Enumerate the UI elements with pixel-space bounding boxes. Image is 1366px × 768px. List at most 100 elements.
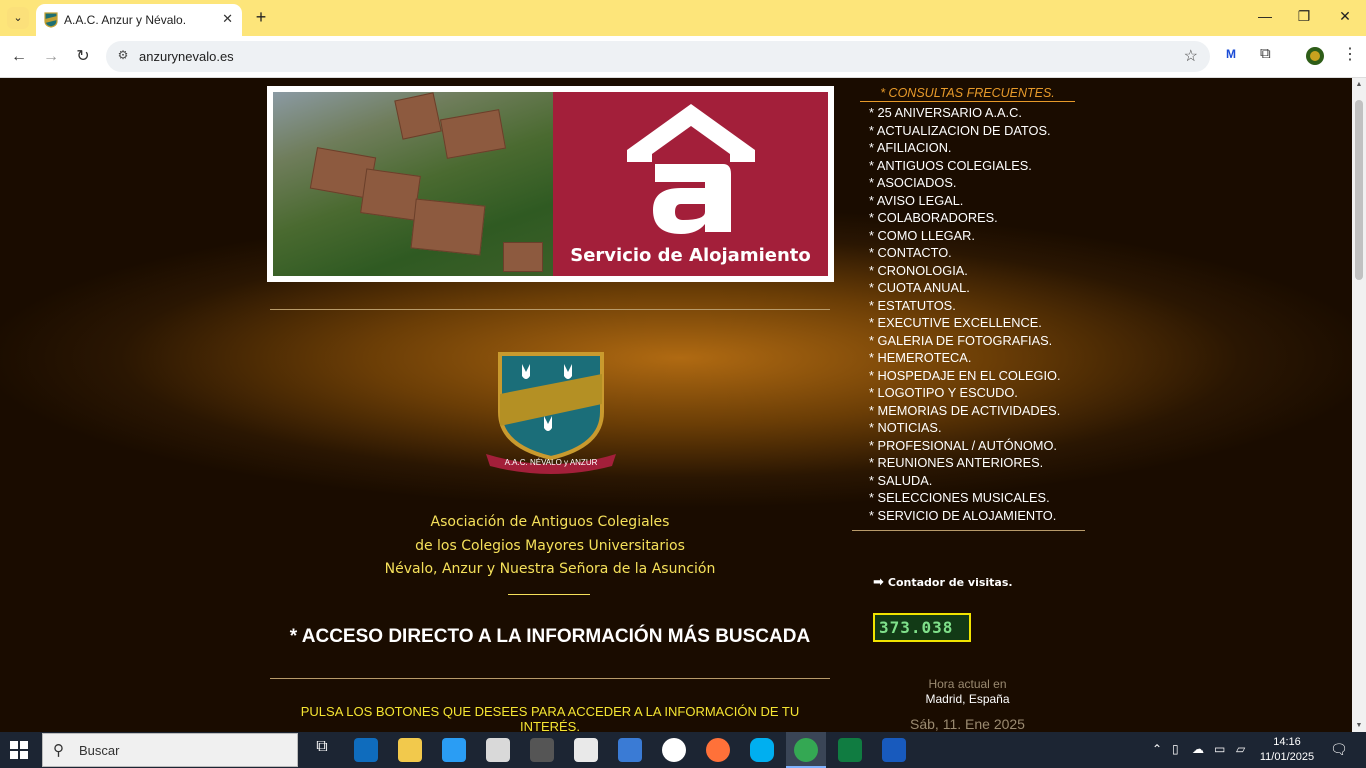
divider: [270, 309, 830, 310]
taskbar-search[interactable]: ⚲ Buscar: [42, 733, 298, 767]
profile-icon[interactable]: [1305, 46, 1325, 66]
faq-link[interactable]: * SELECCIONES MUSICALES.: [869, 489, 1061, 507]
banner-label: Servicio de Alojamiento: [570, 245, 811, 266]
store-icon[interactable]: [442, 738, 466, 762]
association-name-line1: Asociación de Antiguos Colegiales: [430, 514, 670, 530]
arrow-right-icon: ➡: [873, 575, 884, 590]
tab-title: A.A.C. Anzur y Névalo.: [64, 13, 187, 27]
reload-icon[interactable]: ↻: [72, 46, 94, 68]
forward-icon[interactable]: →: [40, 46, 62, 68]
crest-favicon-icon: [44, 12, 58, 28]
site-info-icon[interactable]: ⚙: [114, 48, 132, 66]
residence-aerial-photo: [273, 92, 553, 276]
house-a-logo-icon: [627, 104, 755, 234]
cloud-icon[interactable]: ☁: [1192, 742, 1204, 756]
paint-app-icon[interactable]: [574, 738, 598, 762]
faq-link[interactable]: * CONTACTO.: [869, 244, 1061, 262]
firefox-icon[interactable]: [706, 738, 730, 762]
faq-link[interactable]: * 25 ANIVERSARIO A.A.C.: [869, 104, 1061, 122]
taskbar-time: 14:16: [1273, 736, 1301, 748]
close-icon[interactable]: ✕: [222, 11, 233, 27]
drive-app-icon[interactable]: [530, 738, 554, 762]
faq-link[interactable]: * SALUDA.: [869, 472, 1061, 490]
page-viewport: Servicio de Alojamiento A.A.C. NÉVALO y …: [0, 78, 1352, 732]
scroll-up-icon[interactable]: ▲: [1354, 81, 1364, 88]
divider: [852, 530, 1085, 531]
volume-icon[interactable]: ▱: [1236, 742, 1245, 756]
accommodation-logo-block: Servicio de Alojamiento: [553, 92, 828, 276]
scrollbar-thumb[interactable]: [1355, 100, 1363, 280]
faq-link[interactable]: * CRONOLOGIA.: [869, 262, 1061, 280]
direct-access-title: * ACCESO DIRECTO A LA INFORMACIÓN MÁS BU…: [289, 626, 811, 647]
faq-link[interactable]: * LOGOTIPO Y ESCUDO.: [869, 384, 1061, 402]
windows-taskbar: ⚲ Buscar ⧉ ⌃ ▯ ☁ ▭ ▱ 14:16 11/01/2025 🗨: [0, 732, 1366, 768]
word-icon[interactable]: [882, 738, 906, 762]
search-placeholder: Buscar: [79, 743, 120, 758]
faq-link[interactable]: * COMO LLEGAR.: [869, 227, 1061, 245]
windows-start-icon[interactable]: [10, 741, 28, 759]
minimize-icon[interactable]: —: [1253, 8, 1277, 24]
reader-app-icon[interactable]: [486, 738, 510, 762]
skype-icon[interactable]: [750, 738, 774, 762]
faq-link[interactable]: * HOSPEDAJE EN EL COLEGIO.: [869, 367, 1061, 385]
close-window-icon[interactable]: ✕: [1333, 8, 1357, 25]
faq-link[interactable]: * ESTATUTOS.: [869, 297, 1061, 315]
chevron-down-icon[interactable]: ⌄: [7, 7, 29, 29]
faq-link[interactable]: * EXECUTIVE EXCELLENCE.: [869, 314, 1061, 332]
clock-date: Sáb, 11. Ene 2025: [910, 716, 1025, 732]
visit-counter-label: ➡ Contador de visitas.: [873, 575, 1013, 590]
press-buttons-text: PULSA LOS BOTONES QUE DESEES PARA ACCEDE…: [300, 704, 800, 732]
tab-bar: ⌄ A.A.C. Anzur y Névalo. ✕ + — ❐ ✕: [0, 0, 1366, 36]
excel-icon[interactable]: [838, 738, 862, 762]
movistar-extension-icon[interactable]: M: [1226, 47, 1236, 61]
taskbar-clock[interactable]: 14:16 11/01/2025: [1254, 735, 1320, 765]
device-icon[interactable]: ▯: [1172, 742, 1179, 756]
visit-counter-value: 373.038: [879, 618, 954, 637]
network-icon[interactable]: ▭: [1214, 742, 1225, 756]
faq-link[interactable]: * HEMEROTECA.: [869, 349, 1061, 367]
notifications-icon[interactable]: 🗨: [1330, 741, 1348, 758]
divider: [270, 678, 830, 679]
task-view-icon[interactable]: ⧉: [310, 738, 334, 762]
back-icon[interactable]: ←: [8, 46, 30, 68]
address-bar[interactable]: ⚙ anzurynevalo.es ☆: [106, 41, 1210, 72]
browser-tab[interactable]: A.A.C. Anzur y Névalo. ✕: [36, 4, 242, 36]
faq-link[interactable]: * MEMORIAS DE ACTIVIDADES.: [869, 402, 1061, 420]
faq-link[interactable]: * GALERIA DE FOTOGRAFIAS.: [869, 332, 1061, 350]
accommodation-banner[interactable]: Servicio de Alojamiento: [267, 86, 834, 282]
scroll-down-icon[interactable]: ▼: [1354, 722, 1364, 729]
file-explorer-icon[interactable]: [398, 738, 422, 762]
page-scrollbar[interactable]: ▲ ▼: [1352, 78, 1366, 732]
faq-link[interactable]: * REUNIONES ANTERIORES.: [869, 454, 1061, 472]
faq-link[interactable]: * ANTIGUOS COLEGIALES.: [869, 157, 1061, 175]
faq-link[interactable]: * COLABORADORES.: [869, 209, 1061, 227]
faq-link[interactable]: * AVISO LEGAL.: [869, 192, 1061, 210]
faq-link[interactable]: * NOTICIAS.: [869, 419, 1061, 437]
faq-link[interactable]: * AFILIACION.: [869, 139, 1061, 157]
chrome-icon: [794, 738, 818, 762]
faq-link[interactable]: * PROFESIONAL / AUTÓNOMO.: [869, 437, 1061, 455]
faq-link[interactable]: * ASOCIADOS.: [869, 174, 1061, 192]
clock-city: Madrid, España: [925, 692, 1010, 706]
taskbar-date: 11/01/2025: [1259, 751, 1315, 763]
short-divider: [508, 594, 590, 595]
pen-app-icon[interactable]: [618, 738, 642, 762]
faq-link[interactable]: * CUOTA ANUAL.: [869, 279, 1061, 297]
star-icon[interactable]: ☆: [1184, 46, 1198, 66]
faq-link[interactable]: * SERVICIO DE ALOJAMIENTO.: [869, 507, 1061, 525]
association-name-line2: de los Colegios Mayores Universitarios: [415, 538, 685, 554]
triangle-app-icon[interactable]: [662, 738, 686, 762]
association-crest-icon: A.A.C. NÉVALO y ANZUR: [486, 352, 616, 474]
outlook-icon[interactable]: [354, 738, 378, 762]
menu-icon[interactable]: ⋮: [1342, 44, 1358, 64]
maximize-icon[interactable]: ❐: [1292, 8, 1316, 25]
plus-icon[interactable]: +: [252, 7, 270, 27]
chevron-up-icon[interactable]: ⌃: [1152, 742, 1162, 756]
faq-heading: * CONSULTAS FRECUENTES.: [860, 86, 1075, 102]
faq-link[interactable]: * ACTUALIZACION DE DATOS.: [869, 122, 1061, 140]
extensions-icon[interactable]: ⧉: [1260, 45, 1271, 62]
url-text[interactable]: anzurynevalo.es: [139, 49, 234, 64]
clock-label: Hora actual en: [928, 677, 1007, 691]
visit-counter-text: Contador de visitas.: [887, 576, 1013, 589]
chrome-taskbar-button[interactable]: [786, 732, 826, 768]
